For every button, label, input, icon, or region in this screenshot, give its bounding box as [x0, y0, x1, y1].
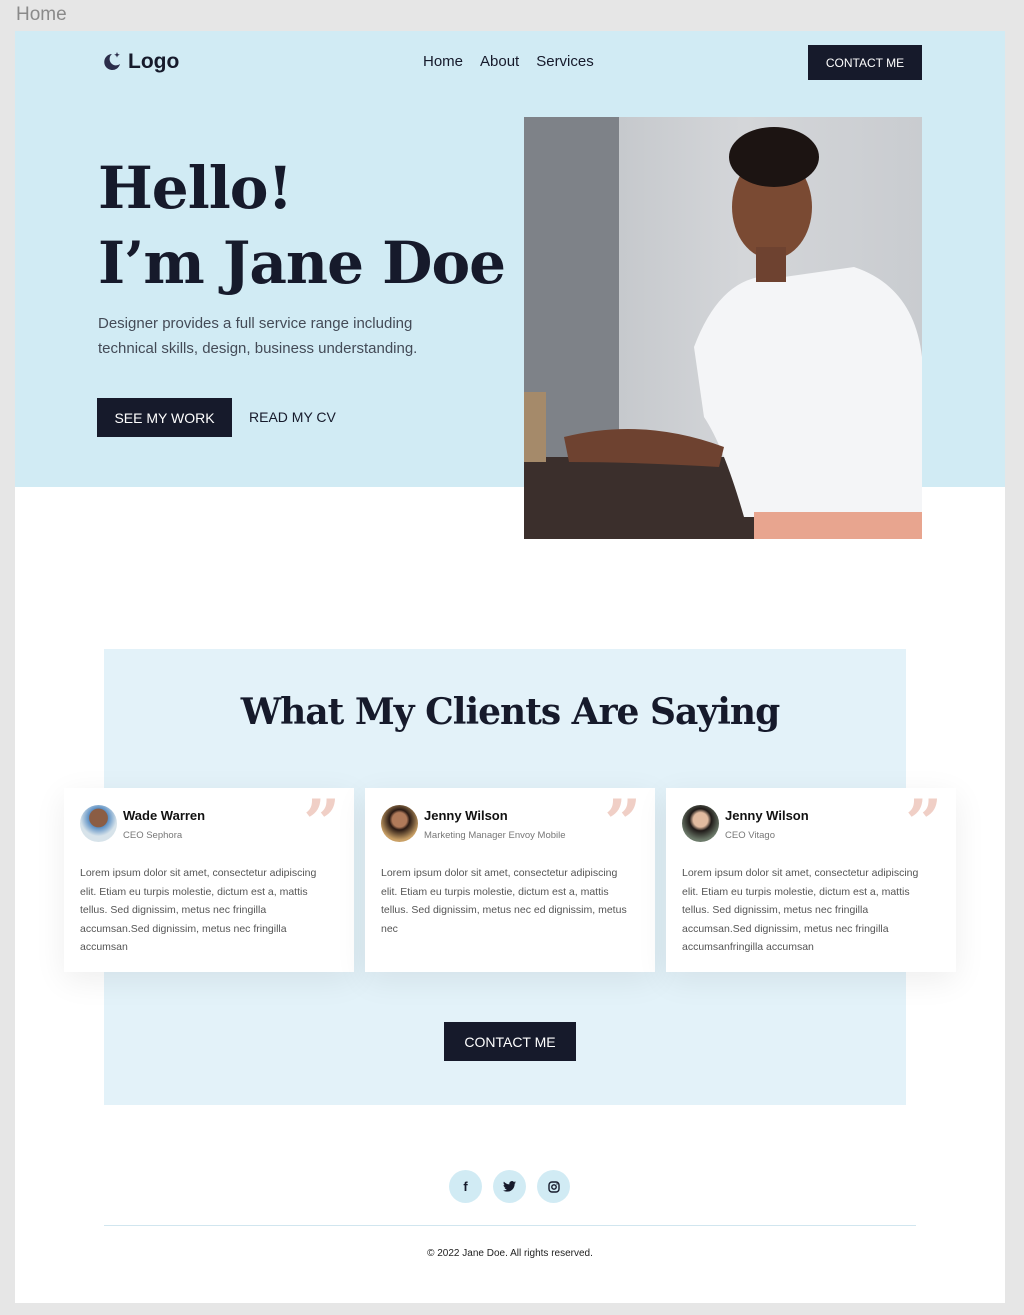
hero-title-line2: I’m Jane Doe: [98, 229, 506, 297]
hero-photo: [524, 117, 922, 539]
page: Logo Home About Services CONTACT ME Hell…: [15, 31, 1005, 1303]
testimonial-text: Lorem ipsum dolor sit amet, consectetur …: [381, 867, 627, 935]
footer-divider: [104, 1225, 916, 1226]
testimonials-heading: What My Clients Are Saying: [240, 691, 781, 733]
contact-me-button[interactable]: CONTACT ME: [444, 1022, 576, 1061]
testimonial-card: Jenny Wilson CEO Vitago ” Lorem ipsum do…: [666, 788, 956, 972]
read-my-cv-link[interactable]: READ MY CV: [249, 409, 336, 425]
quote-icon: ”: [604, 786, 641, 861]
client-role: Marketing Manager Envoy Mobile: [424, 830, 566, 841]
twitter-icon[interactable]: [493, 1170, 526, 1203]
testimonial-card: Wade Warren CEO Sephora ” Lorem ipsum do…: [64, 788, 354, 972]
nav-home[interactable]: Home: [423, 53, 463, 70]
logo-text: Logo: [128, 50, 180, 73]
client-role: CEO Sephora: [123, 830, 183, 841]
client-name: Jenny Wilson: [424, 808, 508, 823]
moon-icon: [104, 52, 120, 70]
quote-icon: ”: [303, 786, 340, 861]
nav-about[interactable]: About: [480, 53, 519, 70]
contact-me-header-button[interactable]: CONTACT ME: [808, 45, 922, 80]
client-name: Jenny Wilson: [725, 808, 809, 823]
testimonial-text: Lorem ipsum dolor sit amet, consectetur …: [80, 867, 317, 953]
main-nav: Home About Services: [423, 53, 594, 70]
hero-title: Hello! I’m Jane Doe: [98, 151, 506, 301]
quote-icon: ”: [905, 786, 942, 861]
avatar: [682, 805, 719, 842]
nav-services[interactable]: Services: [536, 53, 594, 70]
hero-description: Designer provides a full service range i…: [98, 315, 418, 357]
social-links: f: [449, 1170, 570, 1203]
copyright: © 2022 Jane Doe. All rights reserved.: [427, 1248, 593, 1259]
avatar: [381, 805, 418, 842]
hero-title-line1: Hello!: [98, 154, 293, 222]
testimonial-text: Lorem ipsum dolor sit amet, consectetur …: [682, 867, 919, 953]
client-role: CEO Vitago: [725, 830, 775, 841]
avatar: [80, 805, 117, 842]
facebook-icon[interactable]: f: [449, 1170, 482, 1203]
see-my-work-button[interactable]: SEE MY WORK: [97, 398, 232, 437]
instagram-icon[interactable]: [537, 1170, 570, 1203]
testimonial-card: Jenny Wilson Marketing Manager Envoy Mob…: [365, 788, 655, 972]
client-name: Wade Warren: [123, 808, 206, 823]
logo[interactable]: Logo: [100, 50, 179, 74]
tab-title: Home: [16, 4, 67, 25]
